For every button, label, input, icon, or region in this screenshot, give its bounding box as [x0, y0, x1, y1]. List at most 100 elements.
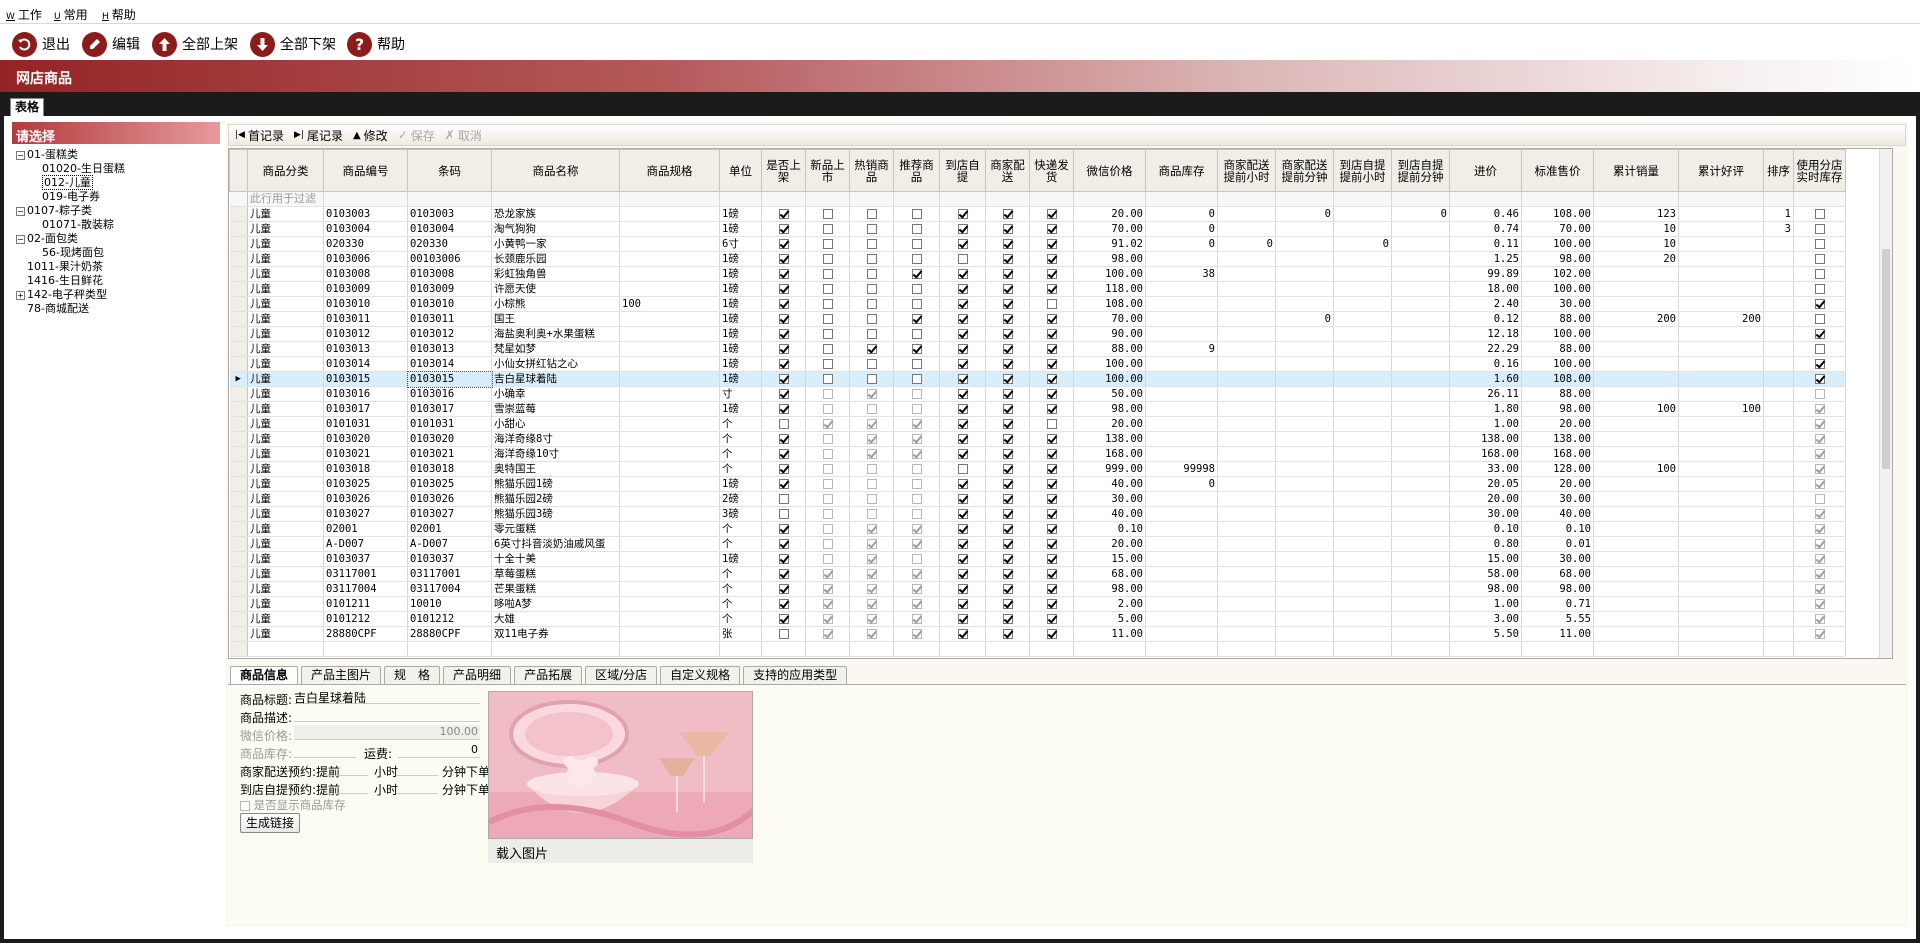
grid-cell[interactable]: 26.11: [1449, 386, 1522, 402]
filter-cell[interactable]: [719, 191, 762, 207]
checkbox-cell[interactable]: [805, 281, 850, 297]
checkbox[interactable]: [957, 434, 968, 444]
checkbox[interactable]: [1002, 434, 1013, 444]
checkbox-cell[interactable]: [893, 236, 940, 252]
checkbox-cell[interactable]: [805, 491, 850, 507]
grid-cell[interactable]: [1217, 461, 1276, 477]
row-indicator[interactable]: [229, 641, 248, 657]
filter-cell[interactable]: [1391, 191, 1450, 207]
checkbox-cell[interactable]: [939, 341, 986, 357]
grid-cell[interactable]: [1763, 386, 1794, 402]
checkbox-cell[interactable]: [805, 551, 850, 567]
grid-cell[interactable]: [1678, 551, 1764, 567]
grid-cell[interactable]: [1763, 251, 1794, 267]
grid-cell[interactable]: 0.10: [1521, 521, 1594, 537]
checkbox[interactable]: [778, 509, 789, 519]
grid-cell[interactable]: [1391, 626, 1450, 642]
column-header[interactable]: 商品编号: [323, 149, 408, 192]
grid-cell[interactable]: [619, 431, 720, 447]
grid-cell[interactable]: 30.00: [1073, 491, 1146, 507]
tree-expander-icon[interactable]: −: [16, 234, 25, 244]
grid-cell[interactable]: 10010: [407, 596, 492, 612]
grid-cell[interactable]: 个: [719, 416, 762, 432]
grid-cell[interactable]: 2磅: [719, 491, 762, 507]
grid-cell[interactable]: [1275, 326, 1334, 342]
grid-cell[interactable]: [1333, 506, 1392, 522]
table-row[interactable]: 儿童 0103025 0103025 熊猫乐园1磅 1磅 40.00 0 20.05 20.00: [229, 476, 1846, 492]
checkbox-cell[interactable]: [761, 476, 806, 492]
grid-cell[interactable]: 0: [1145, 206, 1218, 222]
checkbox[interactable]: [1046, 269, 1057, 279]
grid-cell[interactable]: 海洋奇缘10寸: [491, 446, 620, 462]
checkbox-cell[interactable]: [805, 506, 850, 522]
checkbox-cell[interactable]: [893, 431, 940, 447]
checkbox[interactable]: [957, 629, 968, 639]
grid-vertical-scrollbar[interactable]: [1879, 149, 1892, 658]
grid-cell[interactable]: [1678, 251, 1764, 267]
checkbox[interactable]: [1814, 584, 1825, 594]
checkbox[interactable]: [822, 344, 833, 354]
grid-cell[interactable]: 0103004: [323, 221, 408, 237]
grid-cell[interactable]: 0103025: [323, 476, 408, 492]
checkbox-cell[interactable]: [849, 266, 894, 282]
checkbox[interactable]: [866, 434, 877, 444]
checkbox[interactable]: [911, 314, 922, 324]
checkbox[interactable]: [1814, 269, 1825, 279]
grid-cell[interactable]: [1275, 296, 1334, 312]
checkbox-cell[interactable]: [1029, 431, 1074, 447]
show-stock-checkbox[interactable]: [240, 800, 250, 811]
row-indicator[interactable]: [229, 566, 248, 582]
grid-cell[interactable]: [1678, 386, 1764, 402]
grid-cell[interactable]: 0103009: [323, 281, 408, 297]
checkbox[interactable]: [1002, 344, 1013, 354]
grid-cell[interactable]: 1磅: [719, 251, 762, 267]
checkbox[interactable]: [1814, 344, 1825, 354]
grid-cell[interactable]: 1.00: [1449, 596, 1522, 612]
grid-cell[interactable]: 0103020: [323, 431, 408, 447]
grid-cell[interactable]: [1275, 386, 1334, 402]
checkbox[interactable]: [1002, 629, 1013, 639]
grid-cell[interactable]: 0.10: [1449, 521, 1522, 537]
tree-node[interactable]: 012-儿童: [42, 175, 93, 190]
grid-cell[interactable]: [407, 641, 492, 657]
grid-cell[interactable]: [1333, 266, 1392, 282]
row-indicator[interactable]: [229, 551, 248, 567]
checkbox-cell[interactable]: [939, 401, 986, 417]
checkbox-cell[interactable]: [1029, 206, 1074, 222]
checkbox[interactable]: [1046, 284, 1057, 294]
checkbox-cell[interactable]: [939, 356, 986, 372]
grid-cell[interactable]: [1333, 221, 1392, 237]
checkbox-cell[interactable]: [849, 491, 894, 507]
table-row[interactable]: 儿童 0103018 0103018 奥特国王个 999.00 99998 33.00 128…: [229, 461, 1846, 477]
grid-cell[interactable]: 40.00: [1073, 476, 1146, 492]
grid-cell[interactable]: 儿童: [247, 221, 324, 237]
grid-cell[interactable]: 0.74: [1449, 221, 1522, 237]
checkbox-cell[interactable]: [939, 461, 986, 477]
checkbox[interactable]: [1046, 359, 1057, 369]
checkbox-cell[interactable]: [1793, 206, 1846, 222]
grid-cell[interactable]: 108.00: [1521, 371, 1594, 387]
help-button[interactable]: ? 帮助: [347, 31, 405, 57]
table-row[interactable]: 儿童 0103011 0103011 国王 1磅 70.00 0 0.12 88.00 200 20…: [229, 311, 1846, 327]
checkbox[interactable]: [822, 269, 833, 279]
checkbox[interactable]: [1002, 254, 1013, 264]
table-row[interactable]: 儿童 0103017 0103017 雪崇蓝莓 1磅 98.00 1.80 98.00 100 1…: [229, 401, 1846, 417]
tree-node[interactable]: 1416-生日鲜花: [27, 274, 103, 287]
table-row[interactable]: 儿童 0103003 0103003 恐龙家族 1磅 20.00 0 0 0 0.46 108.00…: [229, 206, 1846, 222]
grid-cell[interactable]: [619, 581, 720, 597]
checkbox-cell[interactable]: [849, 626, 894, 642]
grid-cell[interactable]: 100.00: [1073, 356, 1146, 372]
grid-cell[interactable]: 儿童: [247, 296, 324, 312]
grid-cell[interactable]: [1217, 566, 1276, 582]
column-header[interactable]: 是否上架: [761, 149, 806, 192]
grid-cell[interactable]: [1763, 461, 1794, 477]
grid-cell[interactable]: [1217, 386, 1276, 402]
checkbox[interactable]: [778, 599, 789, 609]
grid-cell[interactable]: 1磅: [719, 266, 762, 282]
grid-cell[interactable]: [619, 356, 720, 372]
grid-cell[interactable]: 128.00: [1521, 461, 1594, 477]
checkbox[interactable]: [911, 389, 922, 399]
column-header[interactable]: 排序: [1763, 149, 1794, 192]
column-header[interactable]: 累计销量: [1593, 149, 1679, 192]
checkbox[interactable]: [778, 284, 789, 294]
